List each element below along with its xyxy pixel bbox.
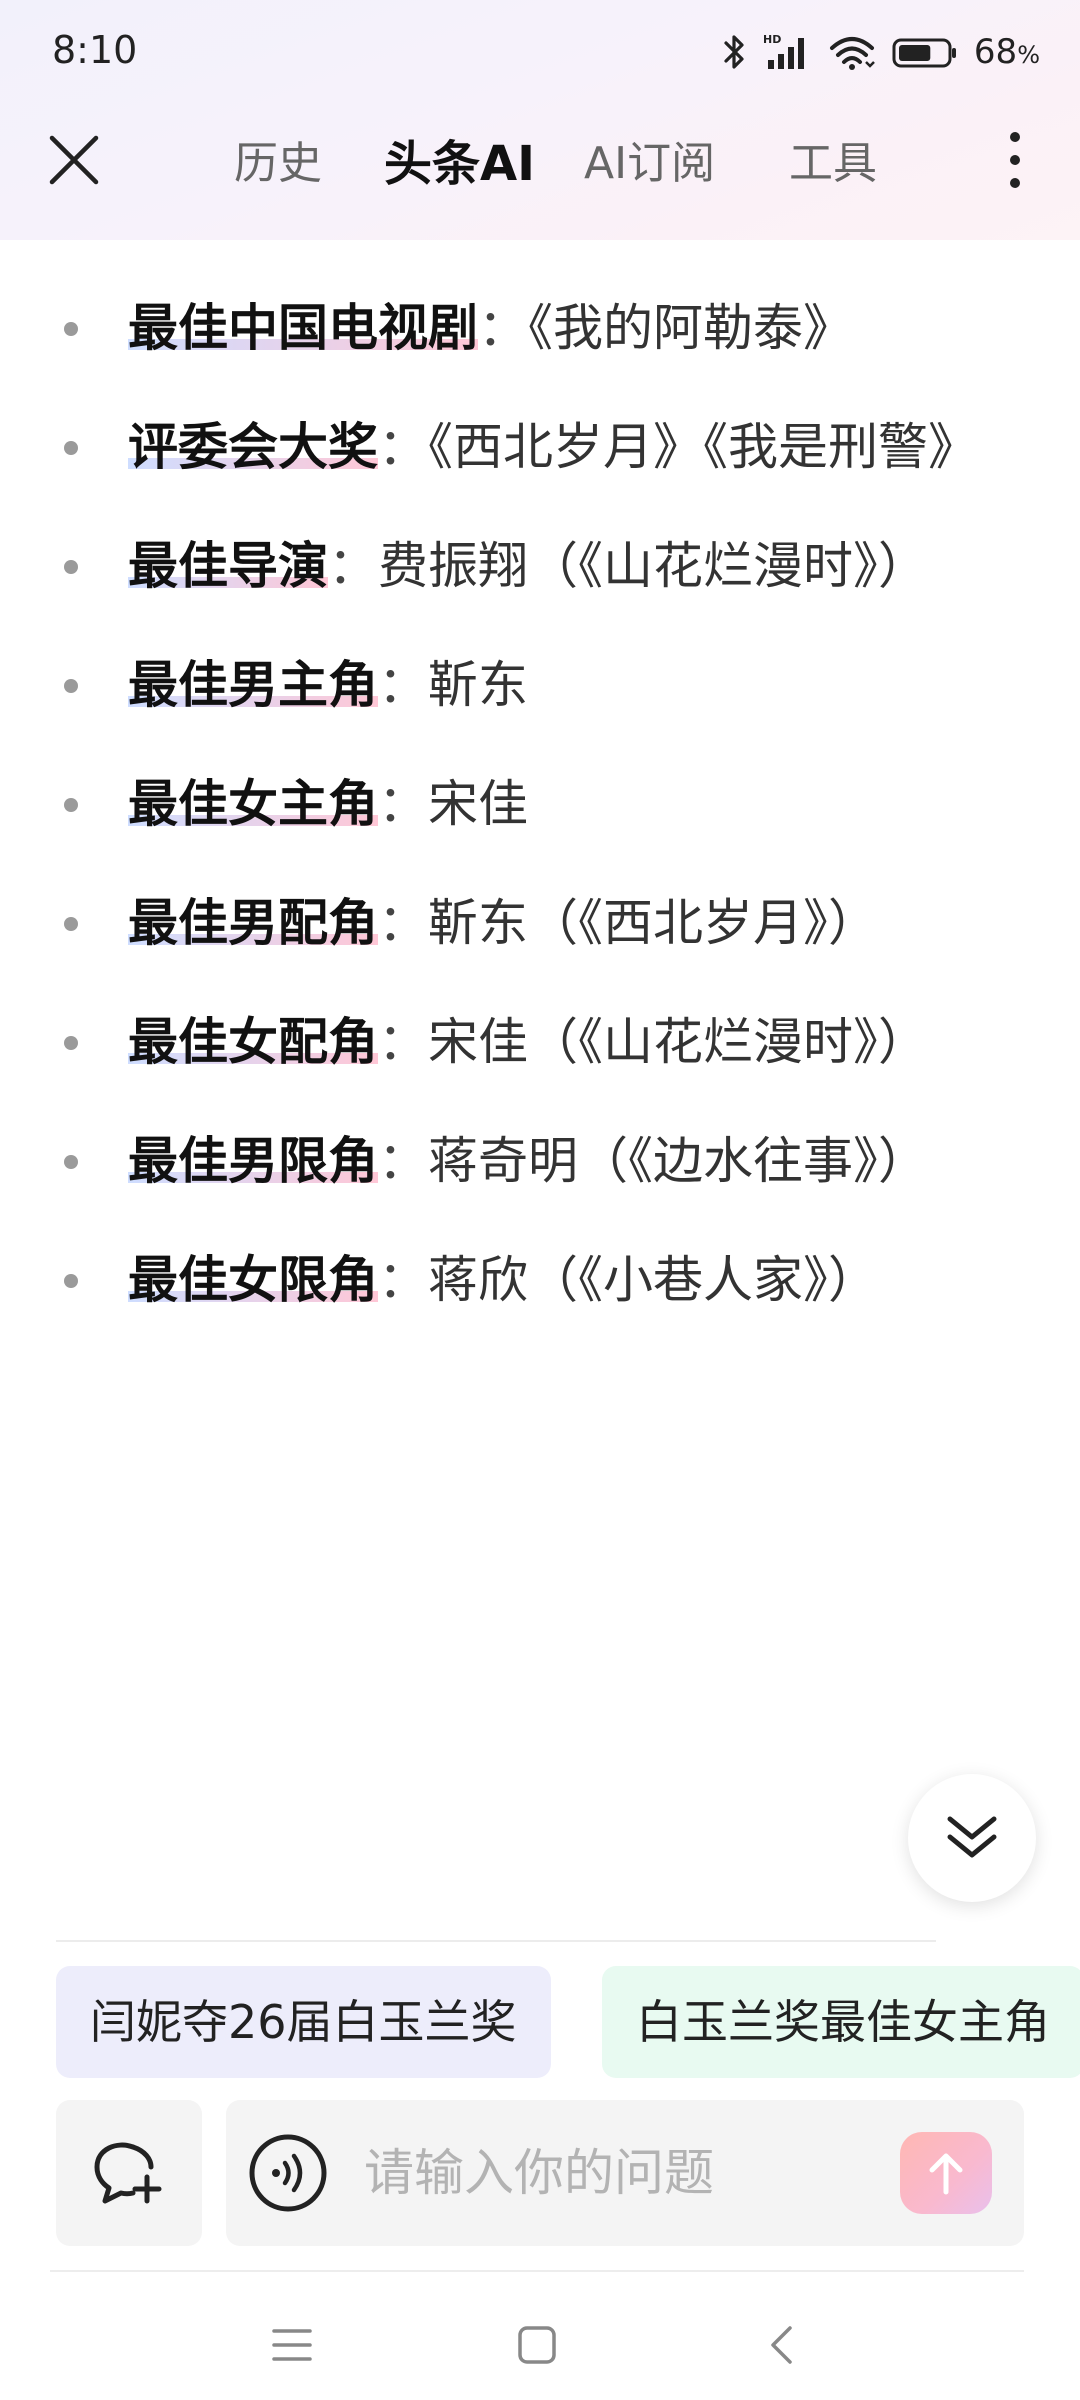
home-button[interactable] <box>502 2310 572 2380</box>
tab-history[interactable]: 历史 <box>210 127 384 191</box>
award-name: 最佳女限角 <box>128 1251 378 1309</box>
battery-percent: 68% <box>973 32 1040 72</box>
status-icons: HD 68% <box>722 30 1040 74</box>
list-item: 最佳导演：费振翔（《山花烂漫时》） <box>0 522 1080 610</box>
answer-content: 最佳中国电视剧：《我的阿勒泰》 评委会大奖：《西北岁月》《我是刑警》 最佳导演：… <box>0 284 1080 1355</box>
award-value: 费振翔（《山花烂漫时》） <box>378 537 928 595</box>
list-item: 最佳女主角：宋佳 <box>0 760 1080 848</box>
award-value: 靳东 <box>428 656 528 714</box>
battery-icon <box>892 32 958 72</box>
close-icon <box>49 135 99 185</box>
bullet <box>64 441 78 455</box>
bullet <box>64 798 78 812</box>
bullet <box>64 679 78 693</box>
back-chevron-icon <box>771 2326 792 2364</box>
top-nav-bar: 历史 头条AI AI订阅 工具 <box>0 110 1080 210</box>
svg-text:HD: HD <box>763 33 781 46</box>
tab-tools[interactable]: 工具 <box>789 127 929 191</box>
menu-icon <box>272 2329 312 2361</box>
question-input[interactable] <box>364 2100 864 2246</box>
more-vertical-icon <box>1010 132 1020 188</box>
award-name: 最佳女主角 <box>128 775 378 833</box>
bullet <box>64 560 78 574</box>
award-name: 最佳男配角 <box>128 894 378 952</box>
award-value: 靳东（《西北岁月》） <box>428 894 878 952</box>
nav-tabs: 历史 头条AI AI订阅 工具 <box>210 124 929 194</box>
list-item: 最佳女限角：蒋欣（《小巷人家》） <box>0 1236 1080 1324</box>
award-name: 最佳男主角 <box>128 656 378 714</box>
status-bar: 8:10 HD 68% <box>0 0 1080 104</box>
tab-ai-subscribe[interactable]: AI订阅 <box>584 127 789 191</box>
list-item: 最佳女配角：宋佳（《山花烂漫时》） <box>0 998 1080 1086</box>
award-value: 蒋欣（《小巷人家》） <box>428 1251 878 1309</box>
close-button[interactable] <box>44 130 104 190</box>
award-value: 《西北岁月》《我是刑警》 <box>428 418 978 476</box>
list-item: 最佳中国电视剧：《我的阿勒泰》 <box>0 284 1080 372</box>
system-nav-bar <box>0 2290 1080 2400</box>
award-name: 最佳导演 <box>128 537 328 595</box>
more-button[interactable] <box>990 130 1040 190</box>
home-square-icon <box>518 2326 556 2364</box>
arrow-up-icon <box>929 2153 963 2195</box>
tab-toutiao-ai[interactable]: 头条AI <box>384 124 584 194</box>
bullet <box>64 1274 78 1288</box>
new-chat-button[interactable] <box>56 2100 202 2246</box>
award-value: 蒋奇明（《边水往事》） <box>428 1132 928 1190</box>
list-item: 最佳男主角：靳东 <box>0 641 1080 729</box>
award-value: 宋佳 <box>428 775 528 833</box>
award-name: 评委会大奖 <box>128 418 378 476</box>
award-name: 最佳女配角 <box>128 1013 378 1071</box>
award-list: 最佳中国电视剧：《我的阿勒泰》 评委会大奖：《西北岁月》《我是刑警》 最佳导演：… <box>0 284 1080 1324</box>
send-button[interactable] <box>900 2132 992 2214</box>
double-chevron-down-icon <box>947 1816 997 1858</box>
award-value: 《我的阿勒泰》 <box>528 299 853 357</box>
divider <box>56 1940 936 1942</box>
new-chat-icon <box>94 2142 162 2204</box>
question-input-box <box>226 2100 1024 2246</box>
bullet <box>64 917 78 931</box>
list-item: 最佳男配角：靳东（《西北岁月》） <box>0 879 1080 967</box>
status-time: 8:10 <box>52 28 138 72</box>
back-button[interactable] <box>746 2310 816 2380</box>
divider <box>50 2270 1024 2272</box>
hd-signal-icon: HD <box>762 32 814 72</box>
award-value: 宋佳（《山花烂漫时》） <box>428 1013 928 1071</box>
award-name: 最佳中国电视剧 <box>128 299 478 357</box>
voice-input-button[interactable] <box>248 2133 328 2213</box>
list-item: 最佳男限角：蒋奇明（《边水往事》） <box>0 1117 1080 1205</box>
bullet <box>64 1036 78 1050</box>
list-item: 评委会大奖：《西北岁月》《我是刑警》 <box>0 403 1080 491</box>
award-name: 最佳男限角 <box>128 1132 378 1190</box>
wifi-icon <box>828 32 878 72</box>
scroll-to-bottom-button[interactable] <box>908 1774 1036 1902</box>
recent-apps-button[interactable] <box>257 2310 327 2380</box>
suggestion-chip[interactable]: 闫妮夺26届白玉兰奖 <box>56 1966 551 2078</box>
bluetooth-icon <box>722 32 748 72</box>
suggestion-chips: 闫妮夺26届白玉兰奖 白玉兰奖最佳女主角 <box>56 1966 1080 2078</box>
suggestion-chip[interactable]: 白玉兰奖最佳女主角 <box>602 1966 1080 2078</box>
bullet <box>64 1155 78 1169</box>
voice-icon <box>249 2134 327 2212</box>
bullet <box>64 322 78 336</box>
